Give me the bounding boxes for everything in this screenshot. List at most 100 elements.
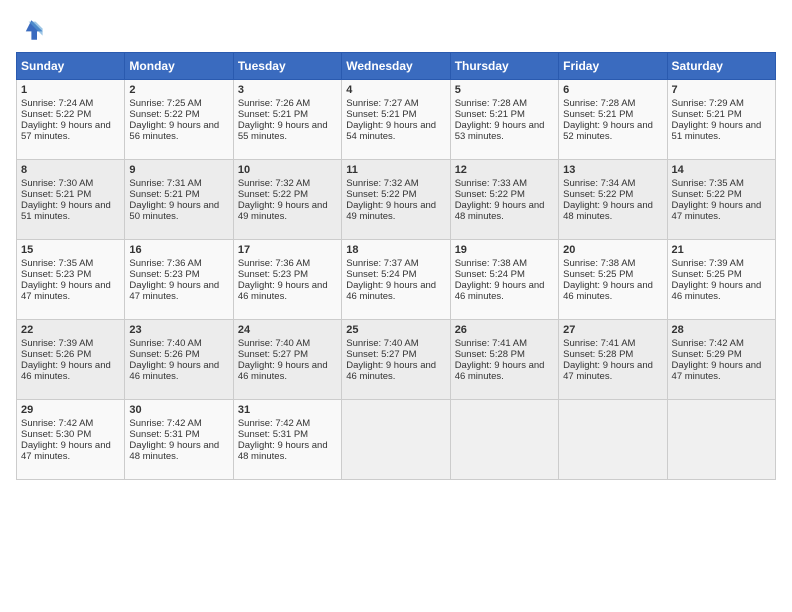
sunset-text: Sunset: 5:22 PM	[346, 189, 416, 200]
day-number: 10	[238, 164, 337, 176]
calendar-cell: 30Sunrise: 7:42 AMSunset: 5:31 PMDayligh…	[125, 400, 233, 480]
sunset-text: Sunset: 5:21 PM	[346, 109, 416, 120]
day-number: 18	[346, 244, 445, 256]
sunset-text: Sunset: 5:25 PM	[563, 269, 633, 280]
calendar-table: SundayMondayTuesdayWednesdayThursdayFrid…	[16, 52, 776, 480]
calendar-cell: 18Sunrise: 7:37 AMSunset: 5:24 PMDayligh…	[342, 240, 450, 320]
calendar-cell: 24Sunrise: 7:40 AMSunset: 5:27 PMDayligh…	[233, 320, 341, 400]
day-header-sunday: Sunday	[17, 53, 125, 80]
sunrise-text: Sunrise: 7:36 AM	[238, 258, 310, 269]
daylight-text: Daylight: 9 hours and 47 minutes.	[672, 200, 762, 222]
daylight-text: Daylight: 9 hours and 46 minutes.	[21, 360, 111, 382]
sunrise-text: Sunrise: 7:25 AM	[129, 98, 201, 109]
sunset-text: Sunset: 5:21 PM	[21, 189, 91, 200]
calendar-cell: 15Sunrise: 7:35 AMSunset: 5:23 PMDayligh…	[17, 240, 125, 320]
day-number: 6	[563, 84, 662, 96]
day-number: 27	[563, 324, 662, 336]
daylight-text: Daylight: 9 hours and 46 minutes.	[346, 280, 436, 302]
day-header-monday: Monday	[125, 53, 233, 80]
sunset-text: Sunset: 5:26 PM	[129, 349, 199, 360]
day-number: 24	[238, 324, 337, 336]
sunset-text: Sunset: 5:21 PM	[672, 109, 742, 120]
sunrise-text: Sunrise: 7:40 AM	[129, 338, 201, 349]
daylight-text: Daylight: 9 hours and 46 minutes.	[672, 280, 762, 302]
page-header	[16, 16, 776, 44]
daylight-text: Daylight: 9 hours and 48 minutes.	[129, 440, 219, 462]
daylight-text: Daylight: 9 hours and 48 minutes.	[238, 440, 328, 462]
daylight-text: Daylight: 9 hours and 55 minutes.	[238, 120, 328, 142]
sunrise-text: Sunrise: 7:42 AM	[129, 418, 201, 429]
calendar-cell: 12Sunrise: 7:33 AMSunset: 5:22 PMDayligh…	[450, 160, 558, 240]
sunset-text: Sunset: 5:21 PM	[238, 109, 308, 120]
sunrise-text: Sunrise: 7:40 AM	[346, 338, 418, 349]
sunrise-text: Sunrise: 7:28 AM	[455, 98, 527, 109]
calendar-cell: 6Sunrise: 7:28 AMSunset: 5:21 PMDaylight…	[559, 80, 667, 160]
daylight-text: Daylight: 9 hours and 46 minutes.	[455, 360, 545, 382]
day-number: 17	[238, 244, 337, 256]
day-number: 4	[346, 84, 445, 96]
calendar-week-4: 22Sunrise: 7:39 AMSunset: 5:26 PMDayligh…	[17, 320, 776, 400]
calendar-cell: 1Sunrise: 7:24 AMSunset: 5:22 PMDaylight…	[17, 80, 125, 160]
calendar-cell	[450, 400, 558, 480]
sunset-text: Sunset: 5:22 PM	[672, 189, 742, 200]
calendar-cell: 4Sunrise: 7:27 AMSunset: 5:21 PMDaylight…	[342, 80, 450, 160]
daylight-text: Daylight: 9 hours and 47 minutes.	[672, 360, 762, 382]
calendar-cell: 23Sunrise: 7:40 AMSunset: 5:26 PMDayligh…	[125, 320, 233, 400]
daylight-text: Daylight: 9 hours and 46 minutes.	[238, 280, 328, 302]
day-number: 5	[455, 84, 554, 96]
daylight-text: Daylight: 9 hours and 46 minutes.	[238, 360, 328, 382]
daylight-text: Daylight: 9 hours and 52 minutes.	[563, 120, 653, 142]
sunrise-text: Sunrise: 7:39 AM	[21, 338, 93, 349]
sunset-text: Sunset: 5:29 PM	[672, 349, 742, 360]
sunrise-text: Sunrise: 7:42 AM	[238, 418, 310, 429]
sunset-text: Sunset: 5:23 PM	[238, 269, 308, 280]
sunrise-text: Sunrise: 7:36 AM	[129, 258, 201, 269]
header-row: SundayMondayTuesdayWednesdayThursdayFrid…	[17, 53, 776, 80]
daylight-text: Daylight: 9 hours and 49 minutes.	[346, 200, 436, 222]
sunrise-text: Sunrise: 7:40 AM	[238, 338, 310, 349]
day-number: 2	[129, 84, 228, 96]
logo-icon	[16, 16, 44, 44]
daylight-text: Daylight: 9 hours and 46 minutes.	[455, 280, 545, 302]
daylight-text: Daylight: 9 hours and 50 minutes.	[129, 200, 219, 222]
calendar-cell: 3Sunrise: 7:26 AMSunset: 5:21 PMDaylight…	[233, 80, 341, 160]
daylight-text: Daylight: 9 hours and 56 minutes.	[129, 120, 219, 142]
calendar-cell: 31Sunrise: 7:42 AMSunset: 5:31 PMDayligh…	[233, 400, 341, 480]
calendar-cell: 21Sunrise: 7:39 AMSunset: 5:25 PMDayligh…	[667, 240, 775, 320]
day-header-wednesday: Wednesday	[342, 53, 450, 80]
calendar-week-1: 1Sunrise: 7:24 AMSunset: 5:22 PMDaylight…	[17, 80, 776, 160]
calendar-cell: 27Sunrise: 7:41 AMSunset: 5:28 PMDayligh…	[559, 320, 667, 400]
day-number: 13	[563, 164, 662, 176]
daylight-text: Daylight: 9 hours and 48 minutes.	[455, 200, 545, 222]
sunrise-text: Sunrise: 7:38 AM	[455, 258, 527, 269]
calendar-week-2: 8Sunrise: 7:30 AMSunset: 5:21 PMDaylight…	[17, 160, 776, 240]
sunrise-text: Sunrise: 7:39 AM	[672, 258, 744, 269]
sunset-text: Sunset: 5:22 PM	[21, 109, 91, 120]
sunset-text: Sunset: 5:27 PM	[346, 349, 416, 360]
calendar-cell: 2Sunrise: 7:25 AMSunset: 5:22 PMDaylight…	[125, 80, 233, 160]
sunset-text: Sunset: 5:22 PM	[563, 189, 633, 200]
sunrise-text: Sunrise: 7:32 AM	[346, 178, 418, 189]
sunset-text: Sunset: 5:31 PM	[129, 429, 199, 440]
calendar-cell: 25Sunrise: 7:40 AMSunset: 5:27 PMDayligh…	[342, 320, 450, 400]
sunrise-text: Sunrise: 7:37 AM	[346, 258, 418, 269]
sunrise-text: Sunrise: 7:42 AM	[21, 418, 93, 429]
day-number: 14	[672, 164, 771, 176]
day-number: 28	[672, 324, 771, 336]
sunset-text: Sunset: 5:22 PM	[238, 189, 308, 200]
day-number: 25	[346, 324, 445, 336]
sunrise-text: Sunrise: 7:34 AM	[563, 178, 635, 189]
calendar-cell: 26Sunrise: 7:41 AMSunset: 5:28 PMDayligh…	[450, 320, 558, 400]
calendar-cell: 19Sunrise: 7:38 AMSunset: 5:24 PMDayligh…	[450, 240, 558, 320]
sunset-text: Sunset: 5:30 PM	[21, 429, 91, 440]
daylight-text: Daylight: 9 hours and 54 minutes.	[346, 120, 436, 142]
calendar-cell	[667, 400, 775, 480]
calendar-cell: 17 Sunrise: 7:36 AMSunset: 5:23 PMDayligh…	[233, 240, 341, 320]
daylight-text: Daylight: 9 hours and 46 minutes.	[563, 280, 653, 302]
sunset-text: Sunset: 5:21 PM	[455, 109, 525, 120]
sunrise-text: Sunrise: 7:32 AM	[238, 178, 310, 189]
calendar-week-3: 15Sunrise: 7:35 AMSunset: 5:23 PMDayligh…	[17, 240, 776, 320]
calendar-cell: 11Sunrise: 7:32 AMSunset: 5:22 PMDayligh…	[342, 160, 450, 240]
day-number: 21	[672, 244, 771, 256]
day-number: 12	[455, 164, 554, 176]
